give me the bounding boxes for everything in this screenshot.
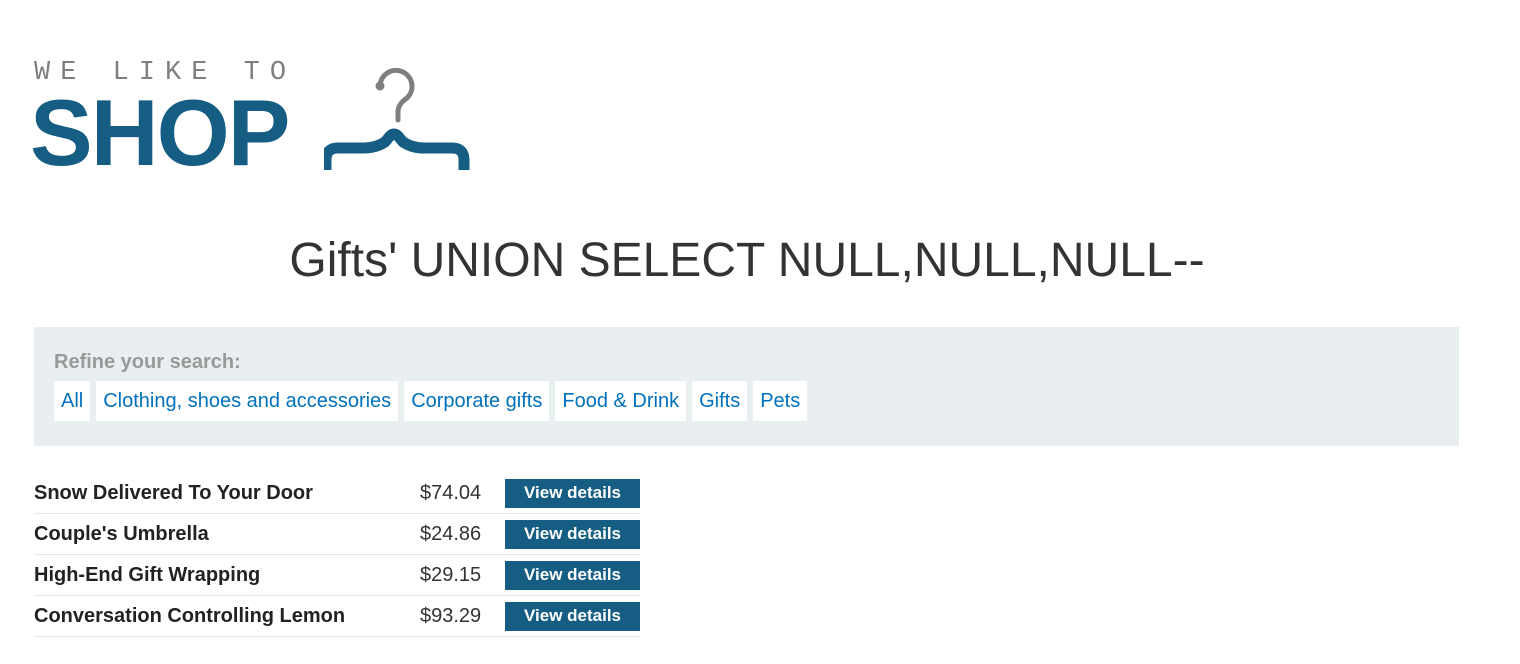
filter-link-clothing[interactable]: Clothing, shoes and accessories [96,381,399,421]
product-price: $74.04 [420,473,505,514]
product-name: High-End Gift Wrapping [34,554,420,596]
page-title: Gifts' UNION SELECT NULL,NULL,NULL-- [289,234,1205,287]
product-name: Snow Delivered To Your Door [34,473,420,514]
view-details-button[interactable]: View details [505,478,640,508]
filter-list: All Clothing, shoes and accessories Corp… [54,381,1439,421]
product-price: $93.29 [420,595,505,637]
table-row: Snow Delivered To Your Door $74.04 View … [34,473,640,514]
view-details-button[interactable]: View details [505,601,640,631]
view-details-button[interactable]: View details [505,519,640,549]
page: WE LIKE TO SHOP Gifts' UNION SELECT NULL… [0,0,1520,664]
table-row: Conversation Controlling Lemon $93.29 Vi… [34,595,640,637]
product-name: Couple's Umbrella [34,513,420,555]
filter-link-corporate-gifts[interactable]: Corporate gifts [404,381,550,421]
filter-panel: Refine your search: All Clothing, shoes … [34,327,1459,446]
site-logo[interactable]: WE LIKE TO SHOP [30,58,484,180]
table-row: Couple's Umbrella $24.86 View details [34,513,640,555]
product-name: Conversation Controlling Lemon [34,595,420,637]
hanger-icon [324,67,470,170]
product-table: Snow Delivered To Your Door $74.04 View … [34,473,640,637]
filter-link-pets[interactable]: Pets [753,381,808,421]
filter-label: Refine your search: [54,351,241,373]
filter-link-gifts[interactable]: Gifts [692,381,748,421]
filter-link-food-drink[interactable]: Food & Drink [555,381,687,421]
product-price: $29.15 [420,554,505,596]
filter-link-all[interactable]: All [54,381,91,421]
table-row: High-End Gift Wrapping $29.15 View detai… [34,554,640,596]
logo-word: SHOP [30,80,290,185]
product-price: $24.86 [420,513,505,555]
view-details-button[interactable]: View details [505,560,640,590]
